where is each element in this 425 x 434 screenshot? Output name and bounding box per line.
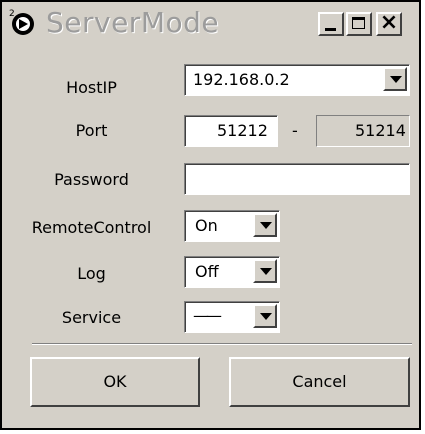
port-end-value: 51214	[355, 121, 406, 140]
port-start-value: 51212	[217, 121, 268, 140]
close-button[interactable]: ×	[376, 10, 402, 36]
close-icon: ×	[379, 10, 399, 35]
dialog-body: HostIP 192.168.0.2 Port 51212 - 51214 Pa…	[4, 46, 417, 424]
log-select[interactable]: Off	[184, 256, 280, 288]
password-label: Password	[54, 170, 129, 189]
chevron-down-icon	[260, 313, 272, 320]
servermode-window: 2 ServerMode × HostIP 192.168.0.2 Port 5…	[0, 0, 421, 430]
service-value: ——	[193, 306, 222, 325]
window-title: ServerMode	[46, 6, 220, 39]
hostip-select[interactable]: 192.168.0.2	[184, 64, 410, 96]
maximize-icon	[352, 17, 365, 29]
divider	[32, 343, 412, 345]
log-label: Log	[77, 264, 106, 283]
minimize-icon	[325, 28, 336, 31]
remotecontrol-label: RemoteControl	[31, 218, 152, 237]
hostip-label: HostIP	[66, 78, 117, 97]
remotecontrol-dropdown-button[interactable]	[253, 213, 277, 237]
hostip-value: 192.168.0.2	[193, 70, 290, 89]
remotecontrol-select[interactable]: On	[184, 210, 280, 242]
chevron-down-icon	[390, 76, 402, 83]
app-gear-icon: 2	[9, 9, 34, 35]
password-field[interactable]	[184, 163, 410, 195]
title-bar[interactable]: 2 ServerMode ×	[2, 2, 419, 46]
service-label: Service	[61, 308, 122, 327]
log-dropdown-button[interactable]	[253, 259, 277, 283]
port-range-separator: -	[292, 121, 298, 140]
remotecontrol-value: On	[195, 216, 218, 235]
service-select[interactable]: ——	[184, 301, 280, 333]
minimize-button[interactable]	[318, 12, 344, 36]
chevron-down-icon	[260, 268, 272, 275]
ok-button[interactable]: OK	[30, 357, 200, 407]
port-start-input[interactable]: 51212	[184, 115, 278, 147]
chevron-down-icon	[260, 222, 272, 229]
hostip-dropdown-button[interactable]	[383, 67, 407, 91]
svg-text:2: 2	[9, 9, 15, 19]
port-end-field: 51214	[316, 115, 410, 147]
cancel-button[interactable]: Cancel	[229, 357, 410, 407]
service-dropdown-button[interactable]	[253, 304, 277, 328]
log-value: Off	[195, 262, 219, 281]
maximize-button[interactable]	[346, 12, 372, 36]
port-label: Port	[75, 121, 108, 140]
